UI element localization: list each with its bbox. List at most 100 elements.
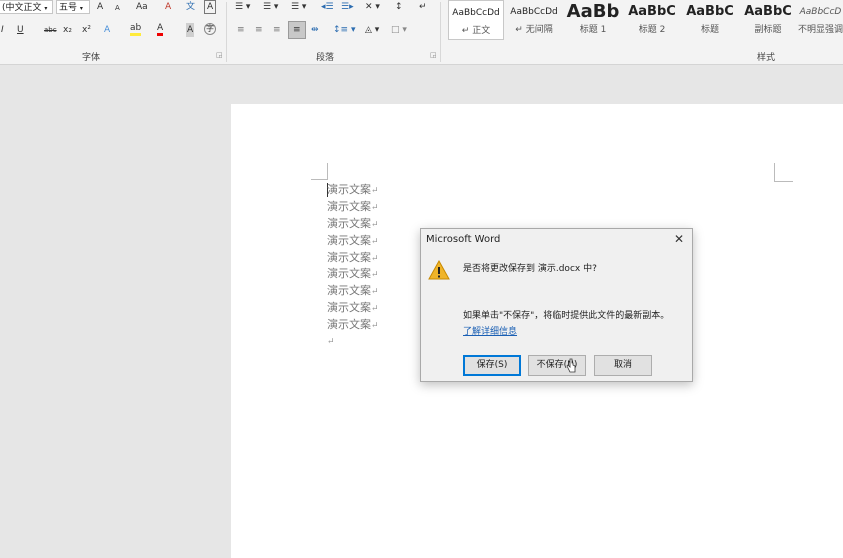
cancel-button[interactable]: 取消 [594, 355, 652, 376]
styles-gallery: AaBbCcDd ↵ 正文 AaBbCcDd ↵ 无间隔 AaBb 标题 1 A… [446, 0, 843, 40]
sort-icon[interactable]: ↕ [395, 0, 403, 14]
borders-icon[interactable]: □ ▾ [391, 23, 407, 37]
style-title[interactable]: AaBbC 标题 [682, 0, 738, 40]
justify-icon[interactable]: ≡ [288, 21, 306, 39]
save-button[interactable]: 保存(S) [463, 355, 521, 376]
change-case-button[interactable]: Aa [136, 0, 148, 14]
style-preview: AaBbC [686, 4, 734, 19]
group-divider [440, 2, 441, 62]
style-normal[interactable]: AaBbCcDd ↵ 正文 [448, 0, 504, 40]
doc-paragraph[interactable]: 演示文案↵ [327, 300, 379, 317]
style-heading-1[interactable]: AaBb 标题 1 [564, 0, 622, 40]
font-name-dropdown[interactable]: (中文正文 ▾ [0, 0, 53, 14]
style-name: ↵ 正文 [461, 26, 491, 36]
dialog-launcher-icon[interactable]: ◲ [216, 51, 223, 59]
doc-text: 演示文案 [327, 234, 371, 247]
style-preview: AaBb [566, 1, 620, 22]
font-size-value: 五号 [59, 3, 78, 13]
phonetic-guide-button[interactable]: 文 [186, 0, 195, 14]
font-color-button[interactable]: A [157, 23, 164, 36]
show-marks-icon[interactable]: ↵ [419, 0, 427, 14]
style-preview: AaBbCcDd [452, 8, 500, 18]
bullets-icon[interactable]: ☰ ▾ [235, 0, 250, 14]
doc-text: 演示文案 [327, 200, 371, 213]
doc-text: 演示文案 [327, 183, 371, 196]
paragraph-mark-icon: ↵ [327, 337, 335, 347]
crop-mark [311, 163, 328, 180]
crop-mark [774, 163, 793, 182]
doc-paragraph[interactable]: 演示文案↵ [327, 250, 379, 267]
grow-font-button[interactable]: A [97, 0, 103, 14]
style-name: 标题 1 [579, 25, 607, 35]
superscript-button[interactable]: x² [82, 23, 91, 37]
doc-paragraph[interactable]: 演示文案↵ [327, 199, 379, 216]
style-preview: AaBbCcD [799, 7, 842, 17]
paragraph-mark-icon: ↵ [371, 304, 379, 314]
increase-indent-icon[interactable]: ☰▸ [341, 0, 354, 14]
ribbon: (中文正文 ▾ 五号 ▾ A A Aa A 文 A I U abc x₂ x² … [0, 0, 843, 65]
dont-save-button[interactable]: 不保存(N) [528, 355, 586, 376]
distributed-icon[interactable]: ⇹ [311, 23, 319, 37]
style-preview: AaBbC [744, 4, 792, 19]
paragraph-mark-icon: ↵ [371, 270, 379, 280]
doc-paragraph[interactable]: 演示文案↵ [327, 182, 379, 199]
align-left-icon[interactable]: ≡ [237, 23, 245, 37]
style-subtle-emphasis[interactable]: AaBbCcD 不明显强调 [798, 0, 843, 40]
dialog-info-text: 如果单击"不保存"，将临时提供此文件的最新副本。 [463, 311, 670, 321]
style-name: ↵ 无间隔 [515, 25, 553, 35]
dialog-launcher-icon[interactable]: ◲ [430, 51, 437, 59]
style-name: 标题 [700, 25, 719, 35]
asian-layout-icon[interactable]: ✕ ▾ [365, 0, 380, 14]
doc-text: 演示文案 [327, 251, 371, 264]
close-icon[interactable]: ✕ [674, 232, 684, 246]
doc-text: 演示文案 [327, 217, 371, 230]
char-border-button[interactable]: A [204, 0, 217, 14]
doc-paragraph[interactable]: 演示文案↵ [327, 283, 379, 300]
paragraph-mark-icon: ↵ [371, 321, 379, 331]
enclose-char-button[interactable]: 字 [204, 23, 216, 35]
line-spacing-icon[interactable]: ↕≡ ▾ [333, 23, 355, 37]
doc-paragraph[interactable]: ↵ [327, 333, 335, 350]
doc-paragraph[interactable]: 演示文案↵ [327, 233, 379, 250]
doc-text: 演示文案 [327, 267, 371, 280]
style-name: 标题 2 [638, 25, 666, 35]
paragraph-mark-icon: ↵ [371, 237, 379, 247]
learn-more-link[interactable]: 了解详细信息 [463, 324, 517, 337]
underline-button[interactable]: U [17, 23, 24, 37]
italic-button[interactable]: I [1, 23, 4, 37]
paragraph-mark-icon: ↵ [371, 287, 379, 297]
shrink-font-button[interactable]: A [115, 1, 120, 15]
doc-paragraph[interactable]: 演示文案↵ [327, 266, 379, 283]
shading-icon[interactable]: ◬ ▾ [365, 23, 379, 37]
style-preview: AaBbCcDd [510, 7, 558, 17]
align-center-icon[interactable]: ≡ [255, 23, 263, 37]
font-size-dropdown[interactable]: 五号 ▾ [56, 0, 90, 14]
dialog-title: Microsoft Word [426, 234, 501, 245]
strikethrough-button[interactable]: abc [44, 23, 57, 37]
paragraph-group: ☰ ▾ ☰ ▾ ☰ ▾ ◂☰ ☰▸ ✕ ▾ ↕ ↵ ≡ ≡ ≡ ≡ ⇹ ↕≡ ▾… [227, 0, 439, 64]
style-subtitle[interactable]: AaBbC 副标题 [740, 0, 796, 40]
numbering-icon[interactable]: ☰ ▾ [263, 0, 278, 14]
doc-text: 演示文案 [327, 284, 371, 297]
doc-paragraph[interactable]: 演示文案↵ [327, 317, 379, 334]
styles-group-label: 样式 [757, 53, 776, 63]
char-shading-button[interactable]: A [186, 23, 195, 37]
clear-format-button[interactable]: A [165, 0, 171, 14]
multilevel-list-icon[interactable]: ☰ ▾ [291, 0, 306, 14]
style-name: 副标题 [754, 25, 782, 35]
paragraph-mark-icon: ↵ [371, 186, 379, 196]
style-preview: AaBbC [628, 4, 676, 19]
chevron-down-icon: ▾ [44, 5, 48, 12]
style-name: 不明显强调 [798, 25, 843, 35]
style-no-spacing[interactable]: AaBbCcDd ↵ 无间隔 [506, 0, 562, 40]
doc-paragraph[interactable]: 演示文案↵ [327, 216, 379, 233]
align-right-icon[interactable]: ≡ [273, 23, 281, 37]
doc-text: 演示文案 [327, 301, 371, 314]
decrease-indent-icon[interactable]: ◂☰ [321, 0, 334, 14]
text-effect-button[interactable]: A [104, 23, 110, 37]
subscript-button[interactable]: x₂ [63, 23, 72, 37]
style-heading-2[interactable]: AaBbC 标题 2 [624, 0, 680, 40]
warning-icon [428, 259, 450, 284]
highlight-button[interactable]: ab [130, 23, 142, 36]
paragraph-group-label: 段落 [316, 53, 335, 63]
